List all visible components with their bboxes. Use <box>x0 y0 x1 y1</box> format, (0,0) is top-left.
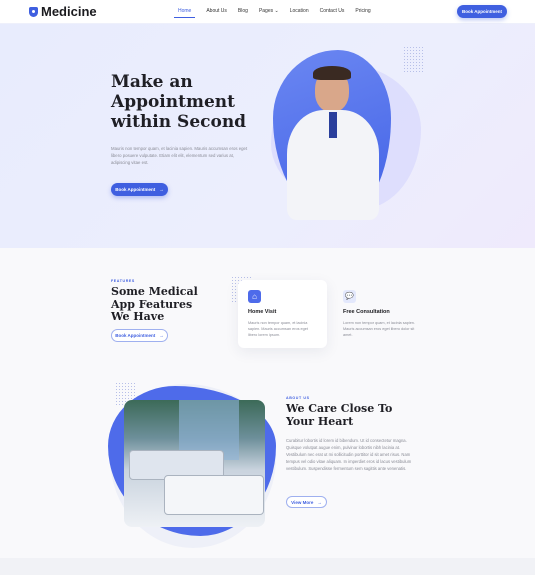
nav-contact[interactable]: Contact Us <box>320 8 345 18</box>
arrow-right-icon: → <box>159 333 164 338</box>
card-title: Free Consultation <box>343 309 390 315</box>
hero-title-line: Appointment <box>111 92 235 112</box>
nav-pages-label: Pages <box>258 8 274 14</box>
shield-icon <box>29 6 38 17</box>
nav-menu: Home About Us Blog Pages ⌄ Location Cont… <box>174 8 371 18</box>
arrow-right-icon: → <box>317 499 322 505</box>
navbar: Medicine Home About Us Blog Pages ⌄ Loca… <box>0 0 535 24</box>
chat-icon: 💬 <box>343 290 356 303</box>
nav-blog[interactable]: Blog <box>238 8 248 18</box>
features-title: Some Medical App Features We Have <box>111 285 198 324</box>
hero-section: Make an Appointment within Second Mauris… <box>0 24 535 248</box>
dots-decoration <box>403 46 425 72</box>
nav-pages[interactable]: Pages ⌄ <box>259 8 279 18</box>
card-title: Home Visit <box>248 309 277 315</box>
features-title-line: Some Medical <box>111 285 198 298</box>
doctor-image <box>273 50 391 220</box>
features-title-line: We Have <box>111 310 165 323</box>
nav-location[interactable]: Location <box>290 8 309 18</box>
brand-name: Medicine <box>41 4 97 19</box>
button-label: Book Appointment <box>115 333 156 338</box>
about-title: We Care Close To Your Heart <box>286 402 392 428</box>
footer-strip <box>0 558 535 575</box>
view-more-button[interactable]: View More → <box>286 496 327 508</box>
button-label: Book Appointment <box>115 187 156 192</box>
hero-title-line: within Second <box>111 112 247 132</box>
nav-pricing[interactable]: Pricing <box>355 8 370 18</box>
about-title-line: We Care Close To <box>286 402 393 415</box>
hero-title: Make an Appointment within Second <box>111 72 246 132</box>
features-label: FEATURES <box>111 279 135 283</box>
card-text: Lorem non tempor quam, et lacinia sapien… <box>343 321 415 337</box>
nav-home[interactable]: Home <box>174 8 196 18</box>
home-icon: ⌂ <box>248 290 261 303</box>
hero-book-appointment-button[interactable]: Book Appointment → <box>111 183 168 196</box>
features-book-appointment-button[interactable]: Book Appointment → <box>111 329 168 342</box>
doctor-tie <box>329 112 337 138</box>
hero-text: Mauris non tempor quam, et lacinia sapie… <box>111 146 248 165</box>
hospital-room-image <box>124 400 265 527</box>
about-text: Curabitur lobortis id lorem id bibendum.… <box>286 438 412 471</box>
button-label: View More <box>291 499 314 505</box>
card-text: Mauris non tempor quam, et lacinia sapie… <box>248 321 308 337</box>
hero-title-line: Make an <box>111 72 193 92</box>
chevron-down-icon: ⌄ <box>274 8 279 14</box>
logo[interactable]: Medicine <box>29 4 97 19</box>
nav-about[interactable]: About Us <box>206 8 227 18</box>
hospital-bed <box>164 475 264 515</box>
doctor-hair <box>313 66 351 80</box>
feature-card-free-consultation[interactable]: 💬 Free Consultation Lorem non tempor qua… <box>333 280 422 348</box>
about-label: ABOUT US <box>286 396 310 400</box>
about-title-line: Your Heart <box>286 415 354 428</box>
arrow-right-icon: → <box>159 187 164 192</box>
nav-book-appointment-button[interactable]: Book Appointment <box>457 5 507 18</box>
feature-card-home-visit[interactable]: ⌂ Home Visit Mauris non tempor quam, et … <box>238 280 327 348</box>
